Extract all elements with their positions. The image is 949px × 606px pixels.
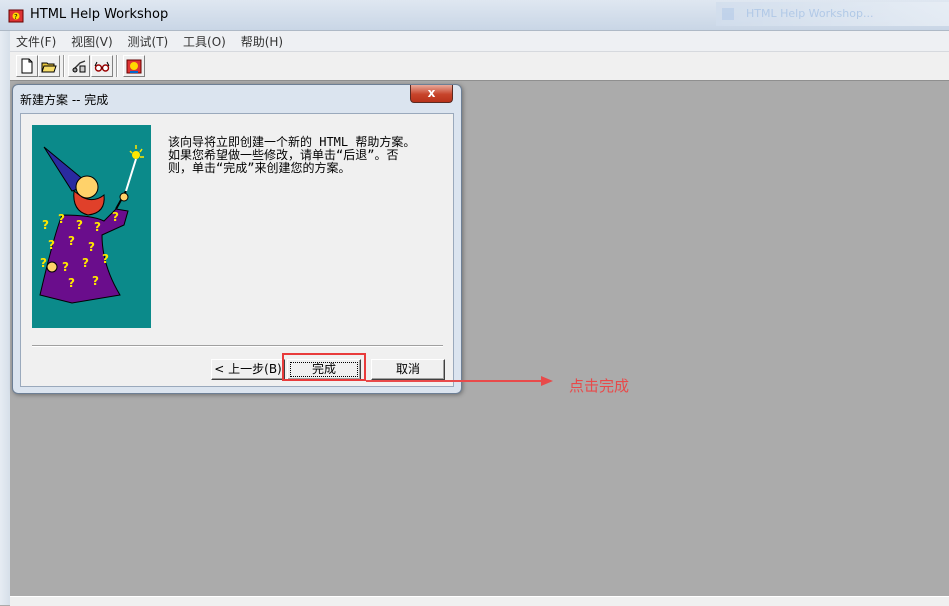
new-project-finish-dialog: 新建方案 -- 完成 x ? ? ? ? ? ? ? ? ? ? ? ? ? ?… — [12, 84, 462, 394]
view-compiled-icon — [94, 61, 110, 72]
message-line: 则，单击“完成”来创建您的方案。 — [168, 161, 351, 175]
toolbar-separator — [116, 55, 118, 77]
svg-text:?: ? — [102, 252, 109, 266]
app-icon: ? — [8, 9, 24, 23]
svg-text:?: ? — [58, 212, 65, 226]
svg-text:?: ? — [68, 234, 75, 248]
svg-text:?: ? — [94, 220, 101, 234]
toolbar-separator — [63, 55, 65, 77]
background-window-icon — [722, 8, 734, 20]
svg-text:?: ? — [88, 240, 95, 254]
annotation-highlight-box — [282, 353, 366, 381]
menu-help[interactable]: 帮助(H) — [236, 31, 288, 52]
menu-view[interactable]: 视图(V) — [66, 31, 118, 52]
svg-text:?: ? — [82, 256, 89, 270]
svg-text:?: ? — [76, 218, 83, 232]
menu-test[interactable]: 测试(T) — [123, 31, 174, 52]
toolbar — [10, 52, 949, 81]
help-wizard-icon — [126, 59, 142, 74]
wizard-illustration: ??? ?? ??? ??? ??? — [32, 125, 151, 328]
compile-icon — [72, 60, 86, 73]
svg-text:?: ? — [14, 13, 18, 21]
close-icon: x — [427, 86, 436, 100]
open-folder-icon — [41, 62, 57, 73]
svg-text:?: ? — [40, 256, 47, 270]
svg-text:?: ? — [112, 210, 119, 224]
dialog-body: ??? ?? ??? ??? ??? 该向导将立即创建一个新的 HTML 帮助方… — [20, 113, 454, 387]
cancel-button[interactable]: 取消 — [371, 359, 445, 380]
dialog-title: 新建方案 -- 完成 — [20, 93, 109, 107]
title-bar: ? HTML Help Workshop HTML Help Workshop.… — [0, 0, 949, 31]
svg-text:?: ? — [42, 218, 49, 232]
wizard-figure-icon: ??? ?? ??? ??? ??? — [39, 145, 144, 304]
divider — [32, 345, 443, 347]
background-window-title: HTML Help Workshop... — [716, 2, 949, 26]
menu-tools[interactable]: 工具(O) — [178, 31, 231, 52]
close-button[interactable]: x — [410, 85, 453, 103]
open-button[interactable] — [38, 55, 60, 77]
back-button[interactable]: < 上一步(B) — [211, 359, 285, 380]
svg-text:?: ? — [68, 276, 75, 290]
compile-button[interactable] — [68, 55, 90, 77]
menu-file[interactable]: 文件(F) — [11, 31, 61, 52]
window-title: HTML Help Workshop — [30, 7, 169, 22]
svg-text:?: ? — [92, 274, 99, 288]
background-window-title-text: HTML Help Workshop... — [746, 7, 874, 20]
svg-text:?: ? — [48, 238, 55, 252]
wizard-message: 该向导将立即创建一个新的 HTML 帮助方案。 如果您希望做一些修改，请单击“后… — [168, 136, 438, 175]
annotation-arrow-line — [366, 380, 541, 382]
annotation-text: 点击完成 — [569, 377, 630, 395]
annotation-arrow-icon — [541, 376, 553, 386]
new-file-icon — [21, 58, 33, 74]
svg-text:?: ? — [62, 260, 69, 274]
view-compiled-button[interactable] — [91, 55, 113, 77]
left-window-edge — [0, 30, 10, 605]
help-wizard-button[interactable] — [123, 55, 145, 77]
new-button[interactable] — [16, 55, 38, 77]
menu-bar: 文件(F) 视图(V) 测试(T) 工具(O) 帮助(H) — [10, 31, 949, 52]
